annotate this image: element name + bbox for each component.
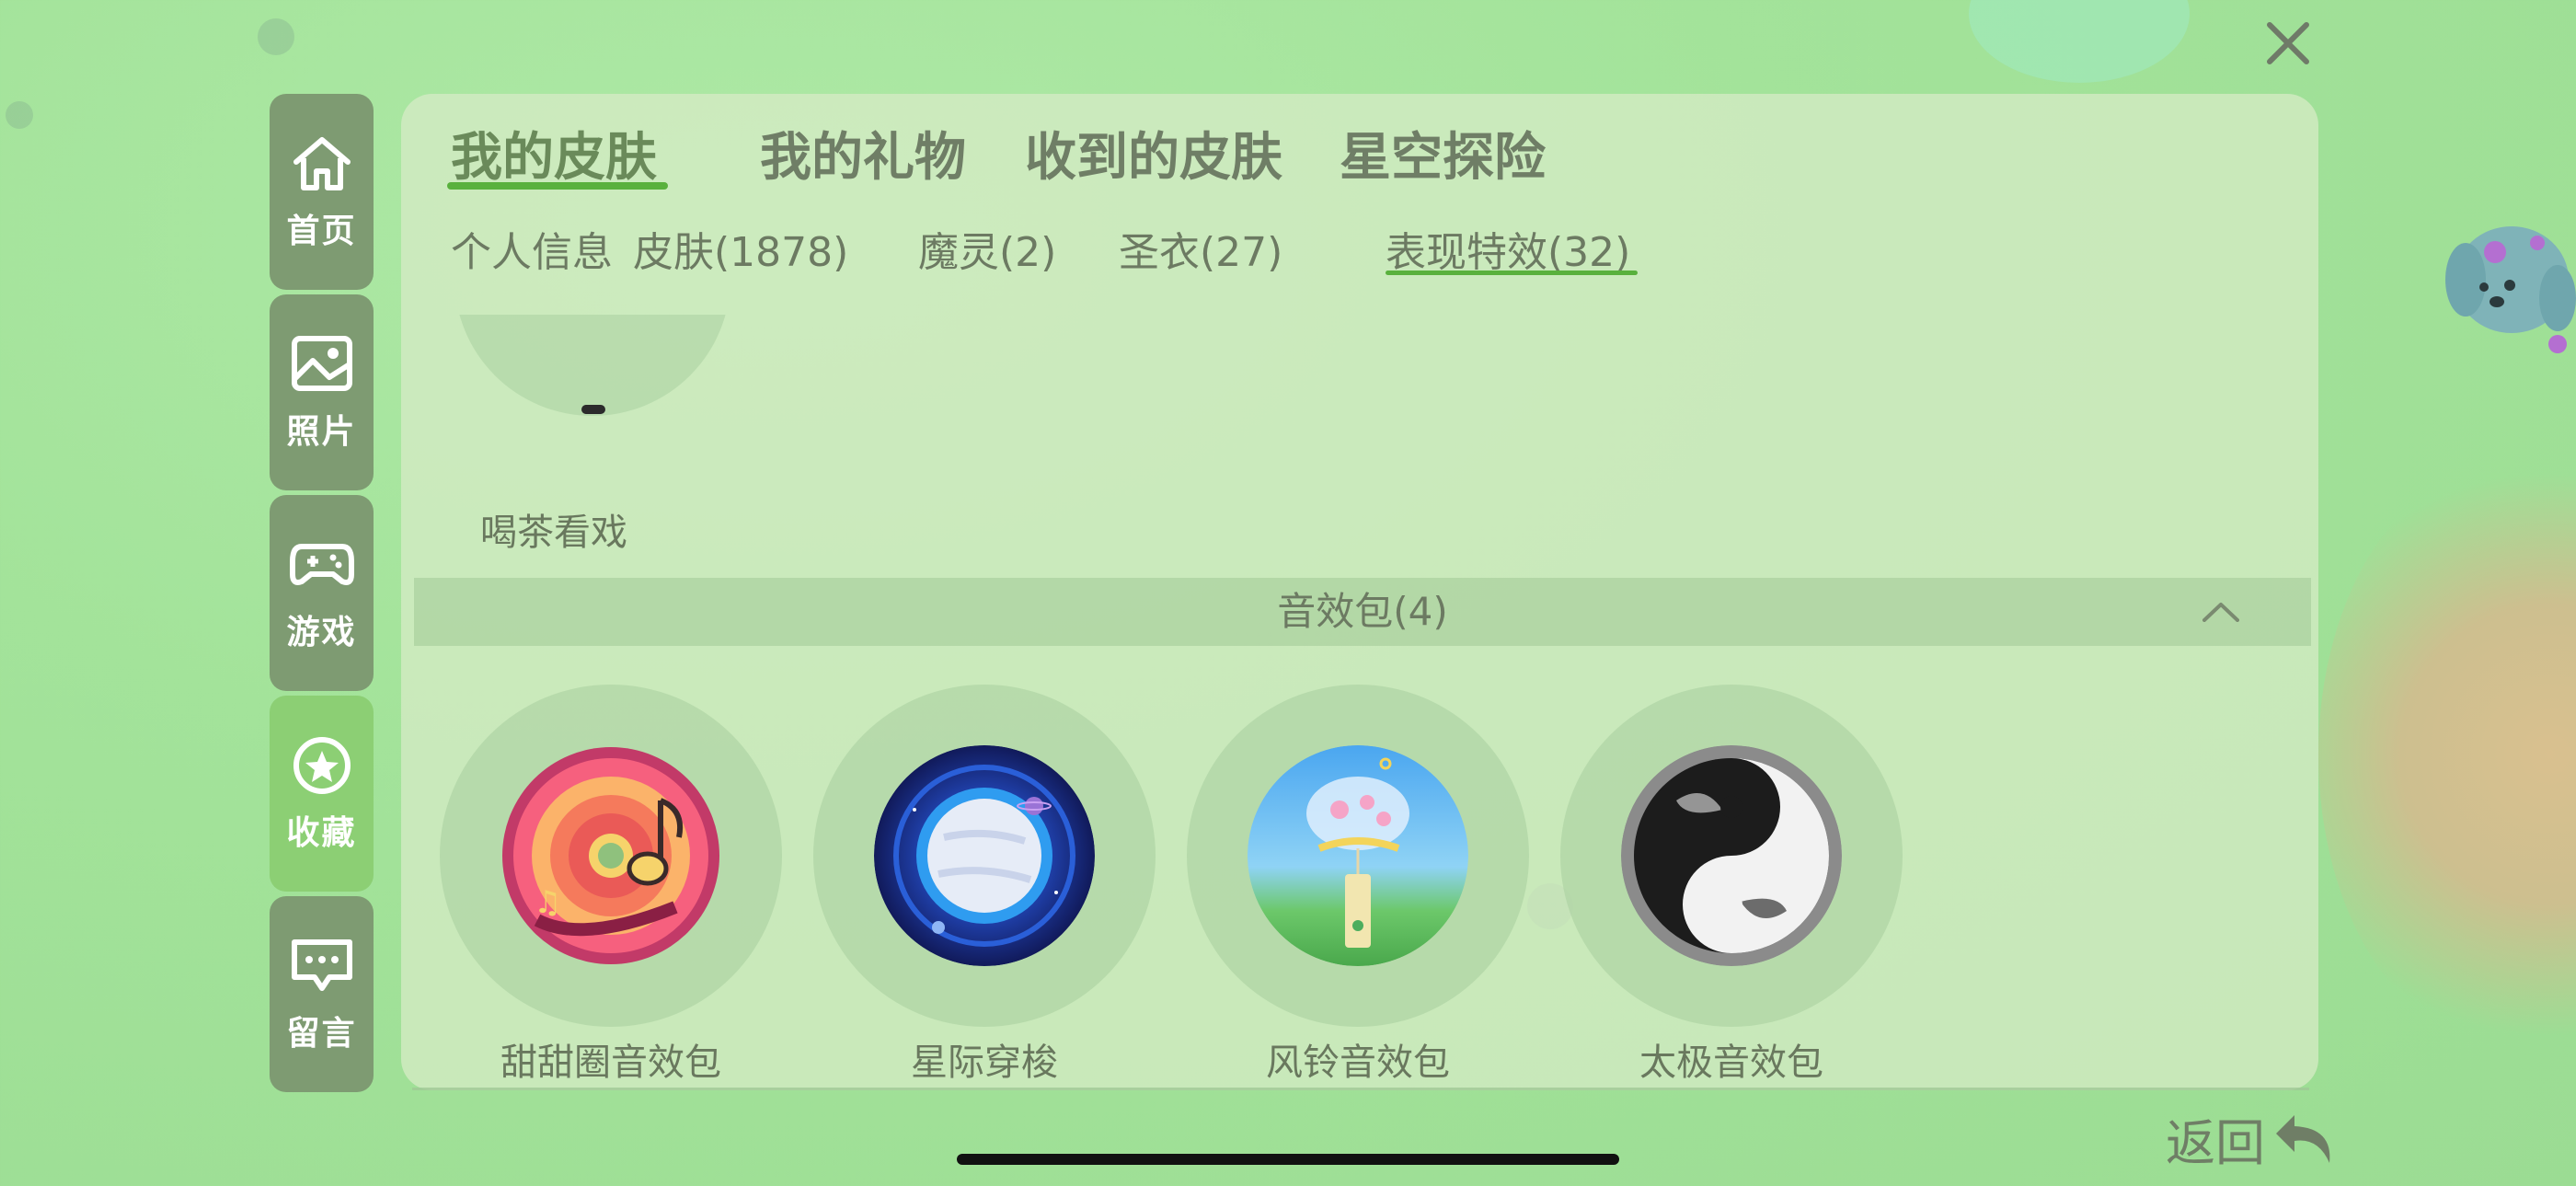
chevron-up-icon: [2202, 603, 2239, 622]
sidebar-item-label: 游戏: [286, 613, 357, 651]
effect-item-tea-icon[interactable]: [454, 315, 730, 416]
home-indicator[interactable]: [957, 1154, 1619, 1165]
tab-my-gifts[interactable]: 我的礼物: [760, 116, 966, 190]
background-planet: [2318, 460, 2576, 1049]
sidebar-item-label: 首页: [286, 212, 357, 250]
sidebar-item-games[interactable]: 游戏: [270, 495, 374, 691]
subtab-effects[interactable]: 表现特效(32): [1386, 219, 1630, 278]
back-button[interactable]: 返回: [2166, 1102, 2337, 1175]
donut-music-icon: ♫: [500, 745, 721, 966]
tab-star-adventure[interactable]: 星空探险: [1340, 116, 1546, 190]
divider: [412, 1088, 2309, 1090]
sound-pack-section-header[interactable]: 音效包(4): [414, 578, 2311, 646]
planet-icon: [874, 745, 1095, 966]
sound-pack-label: 太极音效包: [1639, 1042, 1823, 1084]
return-arrow-icon: [2276, 1114, 2330, 1163]
background-dot: [6, 101, 33, 129]
subtab-spirits[interactable]: 魔灵(2): [918, 219, 1056, 278]
close-icon: [2267, 22, 2309, 64]
sidebar-item-label: 收藏: [286, 813, 357, 852]
background-bubble: [1969, 0, 2190, 83]
subtab-profile[interactable]: 个人信息: [451, 219, 613, 278]
sound-pack-label: 甜甜圈音效包: [500, 1042, 721, 1084]
subtab-skins[interactable]: 皮肤(1878): [633, 219, 848, 278]
taiji-icon: [1621, 745, 1842, 966]
sidebar-item-favorites[interactable]: 收藏: [270, 696, 374, 892]
wind-chime-icon: [1248, 745, 1468, 966]
home-icon: [293, 136, 351, 190]
subtab-armor[interactable]: 圣衣(27): [1119, 219, 1282, 278]
close-button[interactable]: [2261, 17, 2315, 70]
star-icon: [293, 736, 351, 794]
gamepad-icon: [289, 543, 354, 585]
effects-list[interactable]: 喝茶看戏 音效包(4) ♫ 甜甜圈音效包 星际穿梭 风铃音效包 太极音效包: [401, 315, 2318, 1090]
active-subtab-indicator: [1386, 271, 1638, 275]
sidebar-item-label: 照片: [286, 412, 357, 451]
sidebar-item-label: 留言: [286, 1014, 357, 1053]
sidebar-item-photos[interactable]: 照片: [270, 294, 374, 490]
sidebar-item-home[interactable]: 首页: [270, 94, 374, 290]
effect-item-label: 喝茶看戏: [480, 512, 627, 554]
tab-my-skins[interactable]: 我的皮肤: [451, 116, 657, 190]
sound-pack-label: 风铃音效包: [1266, 1042, 1450, 1084]
section-title: 音效包(4): [1277, 589, 1448, 634]
main-panel: 我的皮肤 我的礼物 收到的皮肤 星空探险 个人信息 皮肤(1878) 魔灵(2)…: [401, 94, 2318, 1090]
tab-received-skins[interactable]: 收到的皮肤: [1025, 116, 1282, 190]
sound-pack-label: 星际穿梭: [911, 1042, 1058, 1084]
mascot-character[interactable]: [2429, 206, 2576, 372]
svg-text:♫: ♫: [534, 884, 561, 921]
sidebar-item-messages[interactable]: 留言: [270, 896, 374, 1092]
active-tab-indicator: [447, 182, 668, 190]
back-label: 返回: [2166, 1114, 2265, 1172]
message-icon: [291, 938, 352, 991]
background-dot: [258, 18, 294, 55]
image-icon: [291, 335, 352, 391]
